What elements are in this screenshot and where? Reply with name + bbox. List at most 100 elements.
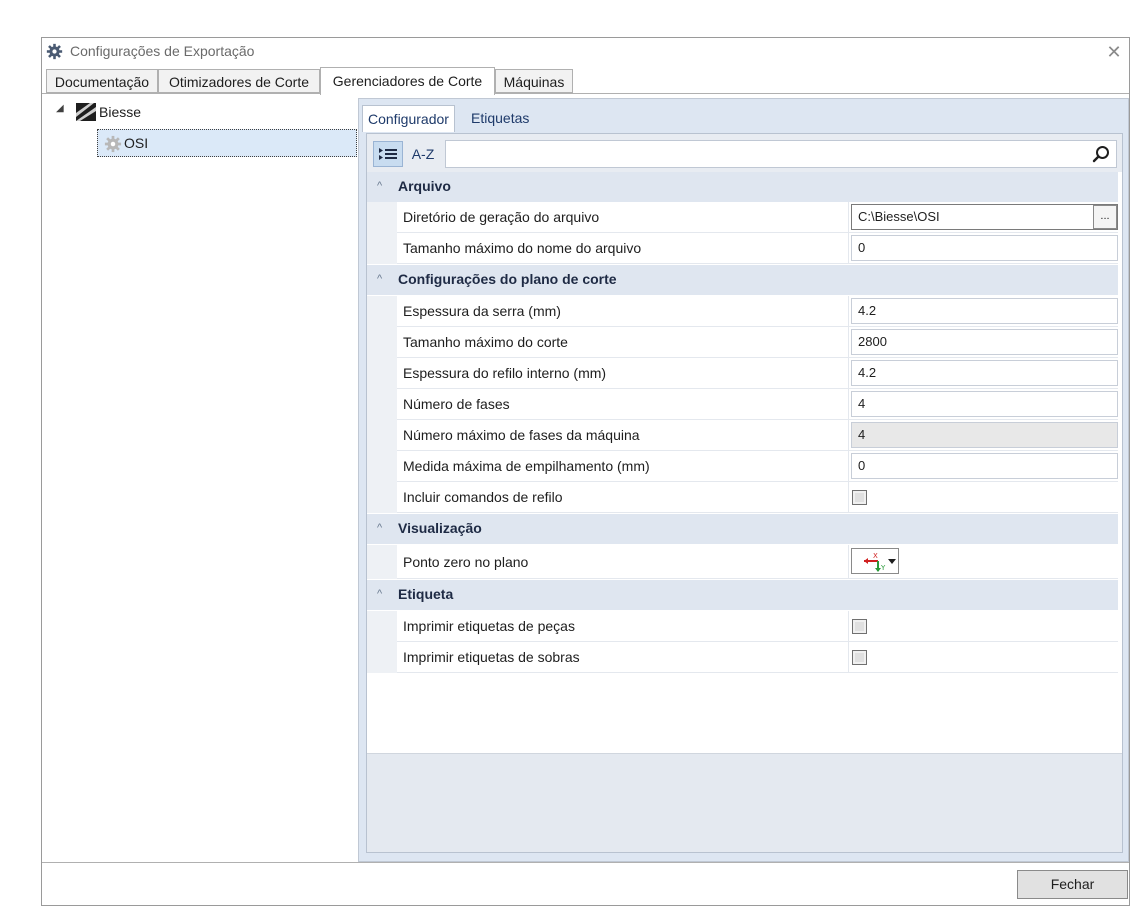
row-gutter [367, 420, 397, 451]
tab-etiquetas[interactable]: Etiquetas [471, 105, 529, 131]
manager-settings-pane: Configurador Etiquetas A-Z ^ Arquivo Dir… [358, 98, 1129, 862]
collapse-chevron-icon[interactable]: ^ [377, 522, 382, 534]
tab-gerenciadores-de-corte[interactable]: Gerenciadores de Corte [320, 67, 495, 95]
property-row: Tamanho máximo do nome do arquivo 0 [367, 233, 1118, 264]
row-gutter [367, 611, 397, 642]
property-row: Diretório de geração do arquivo C:\Biess… [367, 202, 1118, 233]
property-value-cell: 4 [849, 420, 1118, 451]
property-name: Incluir comandos de refilo [397, 482, 849, 513]
property-name: Medida máxima de empilhamento (mm) [397, 451, 849, 482]
category-etiqueta[interactable]: ^ Etiqueta [367, 580, 1118, 610]
row-gutter [367, 451, 397, 482]
biesse-logo-icon [76, 103, 96, 121]
property-name: Imprimir etiquetas de sobras [397, 642, 849, 673]
search-icon[interactable] [1092, 145, 1110, 163]
collapse-chevron-icon[interactable]: ^ [377, 180, 382, 192]
category-label: Visualização [398, 520, 482, 536]
tab-otimizadores-de-corte[interactable]: Otimizadores de Corte [158, 69, 320, 93]
property-value-cell [849, 482, 1118, 513]
property-row: Tamanho máximo do corte 2800 [367, 327, 1118, 358]
max-filename-length-field[interactable]: 0 [851, 235, 1118, 261]
print-part-labels-checkbox[interactable] [852, 619, 867, 634]
close-dialog-button[interactable]: Fechar [1017, 870, 1128, 899]
category-label: Arquivo [398, 178, 451, 194]
row-gutter [367, 327, 397, 358]
category-plano-de-corte[interactable]: ^ Configurações do plano de corte [367, 265, 1118, 295]
gear-icon [46, 43, 63, 60]
row-gutter [367, 358, 397, 389]
phase-count-field[interactable]: 4 [851, 391, 1118, 417]
property-row: Imprimir etiquetas de sobras [367, 642, 1118, 673]
property-search-input[interactable] [445, 140, 1117, 168]
categorized-view-button[interactable] [373, 141, 403, 167]
property-value-cell: X Y [849, 545, 1118, 579]
output-directory-field[interactable]: C:\Biesse\OSI ... [851, 204, 1118, 230]
category-label: Configurações do plano de corte [398, 271, 617, 287]
row-gutter [367, 642, 397, 673]
property-value-cell: 4.2 [849, 296, 1118, 327]
property-row: Incluir comandos de refilo [367, 482, 1118, 513]
category-visualizacao[interactable]: ^ Visualização [367, 514, 1118, 544]
categorized-list-icon [379, 148, 397, 160]
property-name: Espessura do refilo interno (mm) [397, 358, 849, 389]
tab-documentacao[interactable]: Documentação [46, 69, 158, 93]
property-grid-toolbar: A-Z [367, 134, 1122, 172]
property-row: Espessura da serra (mm) 4.2 [367, 296, 1118, 327]
zero-point-dropdown[interactable]: X Y [851, 548, 899, 574]
axis-x-label: X [873, 552, 878, 560]
property-value-cell: 4.2 [849, 358, 1118, 389]
property-value-cell: 0 [849, 233, 1118, 264]
max-cut-size-field[interactable]: 2800 [851, 329, 1118, 355]
max-stacking-field[interactable]: 0 [851, 453, 1118, 479]
browse-button[interactable]: ... [1093, 205, 1117, 229]
managers-tree: ◢ Biesse OSI [42, 95, 358, 863]
property-name: Tamanho máximo do nome do arquivo [397, 233, 849, 264]
machine-max-phases-field: 4 [851, 422, 1118, 448]
row-gutter [367, 296, 397, 327]
property-name: Número máximo de fases da máquina [397, 420, 849, 451]
collapse-chevron-icon[interactable]: ^ [377, 273, 382, 285]
property-value-cell: C:\Biesse\OSI ... [849, 202, 1118, 233]
row-gutter [367, 482, 397, 513]
tree-node-label: Biesse [99, 104, 142, 120]
property-row: Medida máxima de empilhamento (mm) 0 [367, 451, 1118, 482]
gear-icon [104, 135, 122, 153]
tree-node-label: OSI [124, 135, 149, 151]
alphabetical-view-button[interactable]: A-Z [405, 141, 441, 167]
title-bar: Configurações de Exportação ✕ [42, 38, 1129, 66]
property-name: Diretório de geração do arquivo [397, 202, 849, 233]
property-name: Ponto zero no plano [397, 545, 849, 579]
property-name: Espessura da serra (mm) [397, 296, 849, 327]
row-gutter [367, 202, 397, 233]
row-gutter [367, 389, 397, 420]
property-value-cell [849, 611, 1118, 642]
row-gutter [367, 545, 397, 579]
tab-configurador[interactable]: Configurador [362, 105, 455, 132]
footer-divider [42, 862, 1129, 863]
property-grid-panel: A-Z ^ Arquivo Diretório de geração do ar… [366, 133, 1123, 853]
output-directory-value: C:\Biesse\OSI [858, 209, 940, 224]
inner-trim-thickness-field[interactable]: 4.2 [851, 360, 1118, 386]
category-arquivo[interactable]: ^ Arquivo [367, 172, 1118, 202]
property-value-cell [849, 642, 1118, 673]
category-label: Etiqueta [398, 586, 454, 602]
print-offcut-labels-checkbox[interactable] [852, 650, 867, 665]
window-title: Configurações de Exportação [70, 43, 255, 59]
property-value-cell: 4 [849, 389, 1118, 420]
tree-node-osi[interactable]: OSI [97, 129, 357, 157]
property-row: Ponto zero no plano X Y [367, 545, 1118, 579]
property-row: Número máximo de fases da máquina 4 [367, 420, 1118, 451]
property-row: Número de fases 4 [367, 389, 1118, 420]
saw-thickness-field[interactable]: 4.2 [851, 298, 1118, 324]
close-button[interactable]: ✕ [1102, 41, 1126, 63]
include-trim-commands-checkbox[interactable] [852, 490, 867, 505]
expand-triangle-icon[interactable]: ◢ [56, 103, 64, 114]
tab-maquinas[interactable]: Máquinas [495, 69, 573, 93]
property-value-cell: 2800 [849, 327, 1118, 358]
collapse-chevron-icon[interactable]: ^ [377, 588, 382, 600]
description-area [367, 754, 1122, 852]
row-gutter [367, 233, 397, 264]
axis-origin-icon: X Y [864, 552, 896, 572]
axis-y-label: Y [880, 564, 886, 572]
property-row: Imprimir etiquetas de peças [367, 611, 1118, 642]
